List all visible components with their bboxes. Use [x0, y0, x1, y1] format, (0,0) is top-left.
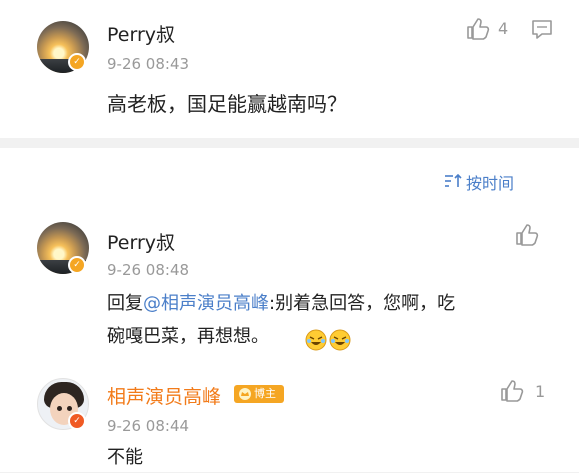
host-reply: ✓ 相声演员高峰 博主 9-26 08:44 不能 1: [0, 366, 579, 472]
top-comment-author[interactable]: Perry叔: [107, 20, 175, 47]
host-text: 不能: [107, 447, 143, 468]
reply-1-text-line1: 回复@相声演员高峰:别着急回答，您啊，吃: [107, 289, 455, 319]
reply-1-time: 9-26 08:48: [107, 261, 190, 279]
top-comment-like-count: 4: [498, 19, 509, 38]
top-comment-time: 9-26 08:43: [107, 55, 190, 73]
thumbs-up-icon[interactable]: [514, 222, 540, 248]
blogger-badge-label: 博主: [254, 387, 276, 400]
blogger-badge: 博主: [234, 385, 284, 403]
thumbs-up-icon[interactable]: [465, 16, 491, 42]
reply-prefix: 回复: [107, 293, 143, 314]
comment-icon[interactable]: [530, 17, 554, 41]
reply-1-author[interactable]: Perry叔: [107, 228, 175, 255]
verified-badge-icon: ✓: [68, 256, 86, 274]
reply-body-line2: 碗嘎巴菜，再想想。: [107, 326, 269, 347]
sort-by-time-button[interactable]: 按时间: [466, 170, 514, 194]
reply-1-text-line2: 碗嘎巴菜，再想想。: [107, 322, 269, 352]
verified-badge-icon: ✓: [68, 53, 86, 71]
host-like-count: 1: [535, 382, 546, 401]
mention-link[interactable]: @相声演员高峰: [143, 293, 269, 314]
replies-section: ✓ Perry叔 9-26 08:48 回复@相声演员高峰:别着急回答，您啊，吃…: [0, 212, 579, 472]
reply-body: :别着急回答，您啊，吃: [269, 293, 456, 314]
thumbs-up-icon[interactable]: [499, 378, 525, 404]
verified-badge-icon: ✓: [68, 412, 86, 430]
sort-bar: 按时间: [0, 148, 579, 212]
sort-icon[interactable]: [443, 172, 463, 190]
top-comment-card: ✓ Perry叔 9-26 08:43 高老板，国足能赢越南吗？ 4: [0, 0, 579, 138]
top-comment-text: 高老板，国足能赢越南吗？: [107, 92, 347, 116]
host-time: 9-26 08:44: [107, 417, 190, 435]
host-author[interactable]: 相声演员高峰: [107, 382, 221, 409]
crown-icon: [239, 388, 251, 400]
laughing-emoji: [305, 329, 351, 351]
